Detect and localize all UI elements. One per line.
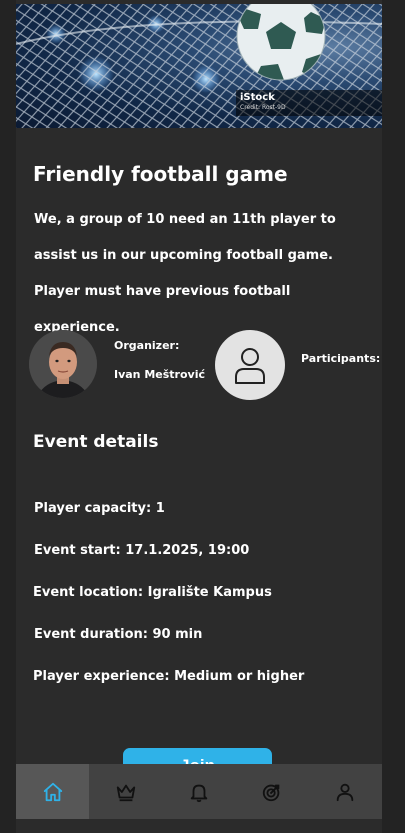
watermark: iStock Credit: Rost-9D xyxy=(236,90,382,116)
bell-icon xyxy=(190,784,208,802)
organizer-avatar[interactable] xyxy=(29,330,97,398)
home-icon xyxy=(43,782,62,801)
detail-capacity: Player capacity: 1 xyxy=(34,501,165,516)
event-details-heading: Event details xyxy=(33,432,159,452)
detail-location: Event location: Igralište Kampus xyxy=(33,585,272,600)
organizer-name[interactable]: Ivan Meštrović xyxy=(114,368,205,381)
event-title: Friendly football game xyxy=(33,162,288,186)
detail-experience: Player experience: Medium or higher xyxy=(33,669,305,684)
event-hero-image: iStock Credit: Rost-9D xyxy=(16,4,382,128)
nav-profile[interactable] xyxy=(309,764,382,819)
organizer-label: Organizer: xyxy=(114,339,180,352)
event-description: We, a group of 10 need an 11th player to… xyxy=(34,212,336,335)
bottom-nav xyxy=(16,764,382,819)
participant-avatar-placeholder[interactable] xyxy=(215,330,285,400)
detail-duration: Event duration: 90 min xyxy=(34,627,203,642)
nav-goals[interactable] xyxy=(236,764,309,819)
detail-start: Event start: 17.1.2025, 19:00 xyxy=(34,543,250,558)
participants-label: Participants: xyxy=(301,352,381,365)
event-screen: iStock Credit: Rost-9D Friendly football… xyxy=(16,0,382,833)
nav-notifications[interactable] xyxy=(162,764,235,819)
target-icon xyxy=(263,784,280,801)
watermark-brand: iStock xyxy=(240,92,275,103)
profile-icon xyxy=(337,783,354,801)
crown-icon xyxy=(116,784,135,801)
watermark-credit: Credit: Rost-9D xyxy=(240,104,286,111)
user-icon xyxy=(235,348,265,384)
nav-home[interactable] xyxy=(16,764,90,819)
nav-leaderboard[interactable] xyxy=(89,764,162,819)
